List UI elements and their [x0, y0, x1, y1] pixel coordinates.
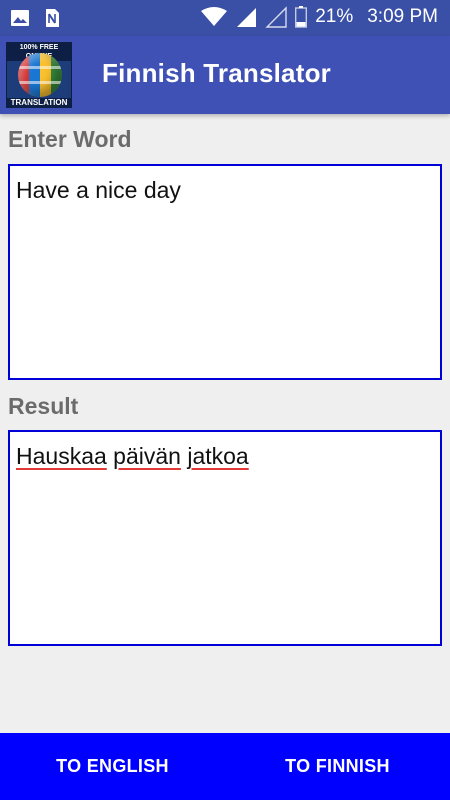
app-logo: 100% FREE ONLINE TRANSLATION [6, 42, 72, 108]
logo-bottom-text: TRANSLATION [7, 98, 71, 107]
globe-icon [18, 53, 62, 97]
to-finnish-button[interactable]: TO FINNISH [225, 733, 450, 800]
result-text: Hauskaa päivän jatkoa [10, 432, 440, 481]
wifi-icon [201, 7, 228, 27]
result-label: Result [8, 393, 79, 419]
app-title: Finnish Translator [102, 58, 331, 88]
input-box [8, 164, 442, 380]
signal-empty-icon [265, 6, 287, 28]
status-bar: 21% 3:09 PM [0, 0, 450, 36]
result-word: Hauskaa [16, 443, 107, 469]
status-right-icons: 21% 3:09 PM [201, 6, 438, 28]
result-word: päivän [113, 443, 181, 469]
enter-word-label: Enter Word [8, 126, 132, 152]
battery-icon [295, 6, 308, 28]
status-left-icons [10, 8, 60, 28]
app-bar: 100% FREE ONLINE TRANSLATION Finnish Tra… [0, 36, 450, 114]
sim-icon [44, 8, 60, 28]
to-english-button[interactable]: TO ENGLISH [0, 733, 225, 800]
image-icon [10, 8, 30, 28]
battery-percent: 21% [315, 6, 354, 27]
word-input[interactable] [10, 166, 440, 378]
bottom-action-bar: TO ENGLISH TO FINNISH [0, 733, 450, 800]
clock: 3:09 PM [367, 6, 438, 27]
result-word: jatkoa [187, 443, 249, 469]
result-box[interactable]: Hauskaa päivän jatkoa [8, 430, 442, 646]
signal-icon [235, 6, 257, 28]
